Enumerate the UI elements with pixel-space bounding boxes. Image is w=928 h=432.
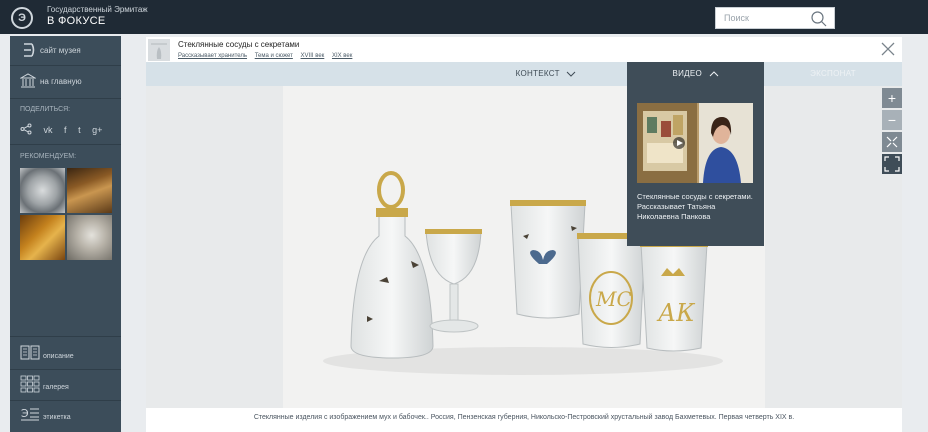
sidebar-item-label: описание [43,353,74,360]
video-caption[interactable]: Стеклянные сосуды с секретами. Рассказыв… [637,192,757,222]
video-thumbnail[interactable] [637,103,753,183]
chevron-up-icon [709,71,718,77]
tag-link[interactable]: XIX век [332,53,352,59]
sidebar-divider [10,336,121,337]
hermitage-mark-icon [24,43,35,57]
recommendation-thumb-amber[interactable] [20,215,65,260]
share-icon[interactable] [20,123,32,137]
exhibit-header-thumbnail[interactable] [148,39,170,61]
share-row: vk f t g+ [20,123,111,137]
zoom-out-button[interactable]: − [882,110,902,130]
hermitage-logo[interactable]: Э [11,7,33,29]
sidebar-divider [10,400,121,401]
sidebar-item-label-tag[interactable]: Э этикетка [10,403,121,427]
exhibit-panel: Стеклянные сосуды с секретами Рассказыва… [146,37,902,432]
sidebar-item-label: сайт музея [40,46,81,55]
tab-label: ЭКСПОНАТ [810,69,856,78]
sidebar-item-gallery[interactable]: галерея [10,373,121,397]
search-icon[interactable] [810,10,828,28]
exhibit-caption: Стеклянные изделия с изображением мух и … [253,414,795,421]
gallery-icon [20,375,40,393]
exhibit-tags: Рассказывает хранитель Тема и сюжет XVII… [178,53,358,59]
sidebar-item-museum-site[interactable]: сайт музея [10,36,121,64]
recommendation-thumb-interior[interactable] [67,168,112,213]
tab-label: ВИДЕО [672,69,703,78]
tab-context[interactable]: КОНТЕКСТ [466,62,626,86]
tag-link[interactable]: Тема и сюжет [255,53,293,59]
tab-label: КОНТЕКСТ [515,69,560,78]
fullscreen-icon [884,156,900,172]
video-dropdown: Стеклянные сосуды с секретами. Рассказыв… [627,86,764,246]
top-bar: Э Государственный Эрмитаж В ФОКУСЕ Поиск [0,0,928,34]
sidebar: сайт музея на главную ПОДЕЛИТЬСЯ: vk f t… [10,36,121,432]
recommendation-thumb-medal[interactable] [20,168,65,213]
tab-exhibit[interactable]: ЭКСПОНАТ [764,62,902,86]
museum-building-icon [20,73,36,88]
close-icon[interactable] [880,41,896,57]
sidebar-divider [10,98,121,99]
sidebar-divider [10,65,121,66]
search-placeholder: Поиск [724,13,749,23]
sidebar-item-description[interactable]: описание [10,342,121,366]
fit-screen-button[interactable] [882,132,902,152]
share-heading: ПОДЕЛИТЬСЯ: [20,106,71,113]
svg-text:Э: Э [21,407,29,420]
zoom-in-button[interactable]: + [882,88,902,108]
tab-bar: КОНТЕКСТ ВИДЕО ЭКСПОНАТ [146,62,902,86]
recommendation-thumb-sculpture[interactable] [67,215,112,260]
sidebar-item-label: на главную [40,77,82,86]
fullscreen-button[interactable] [882,154,902,174]
search-input[interactable]: Поиск [715,7,835,29]
share-vk-link[interactable]: vk [44,125,53,135]
share-twitter-link[interactable]: t [78,125,81,135]
image-viewer: МС АК + − [146,86,902,408]
recommend-heading: РЕКОМЕНДУЕМ: [20,153,77,160]
chevron-down-icon [566,71,576,77]
tag-link[interactable]: Рассказывает хранитель [178,53,247,59]
sidebar-divider [10,144,121,145]
sidebar-item-label: этикетка [43,414,71,421]
description-icon [20,345,40,360]
label-icon: Э [21,407,39,421]
tab-video[interactable]: ВИДЕО [627,62,764,86]
share-facebook-link[interactable]: f [64,125,67,135]
site-subtitle[interactable]: В ФОКУСЕ [47,15,106,27]
sidebar-item-label: галерея [43,384,69,391]
site-title[interactable]: Государственный Эрмитаж [47,5,148,15]
svg-text:АК: АК [656,299,696,327]
share-googleplus-link[interactable]: g+ [92,125,102,135]
sidebar-divider [10,369,121,370]
sidebar-item-home[interactable]: на главную [10,67,121,95]
recommendations-grid [20,168,112,260]
tag-link[interactable]: XVIII век [301,53,325,59]
svg-text:МС: МС [595,287,632,311]
exhibit-title: Стеклянные сосуды с секретами [178,40,300,49]
collapse-icon [886,136,898,148]
